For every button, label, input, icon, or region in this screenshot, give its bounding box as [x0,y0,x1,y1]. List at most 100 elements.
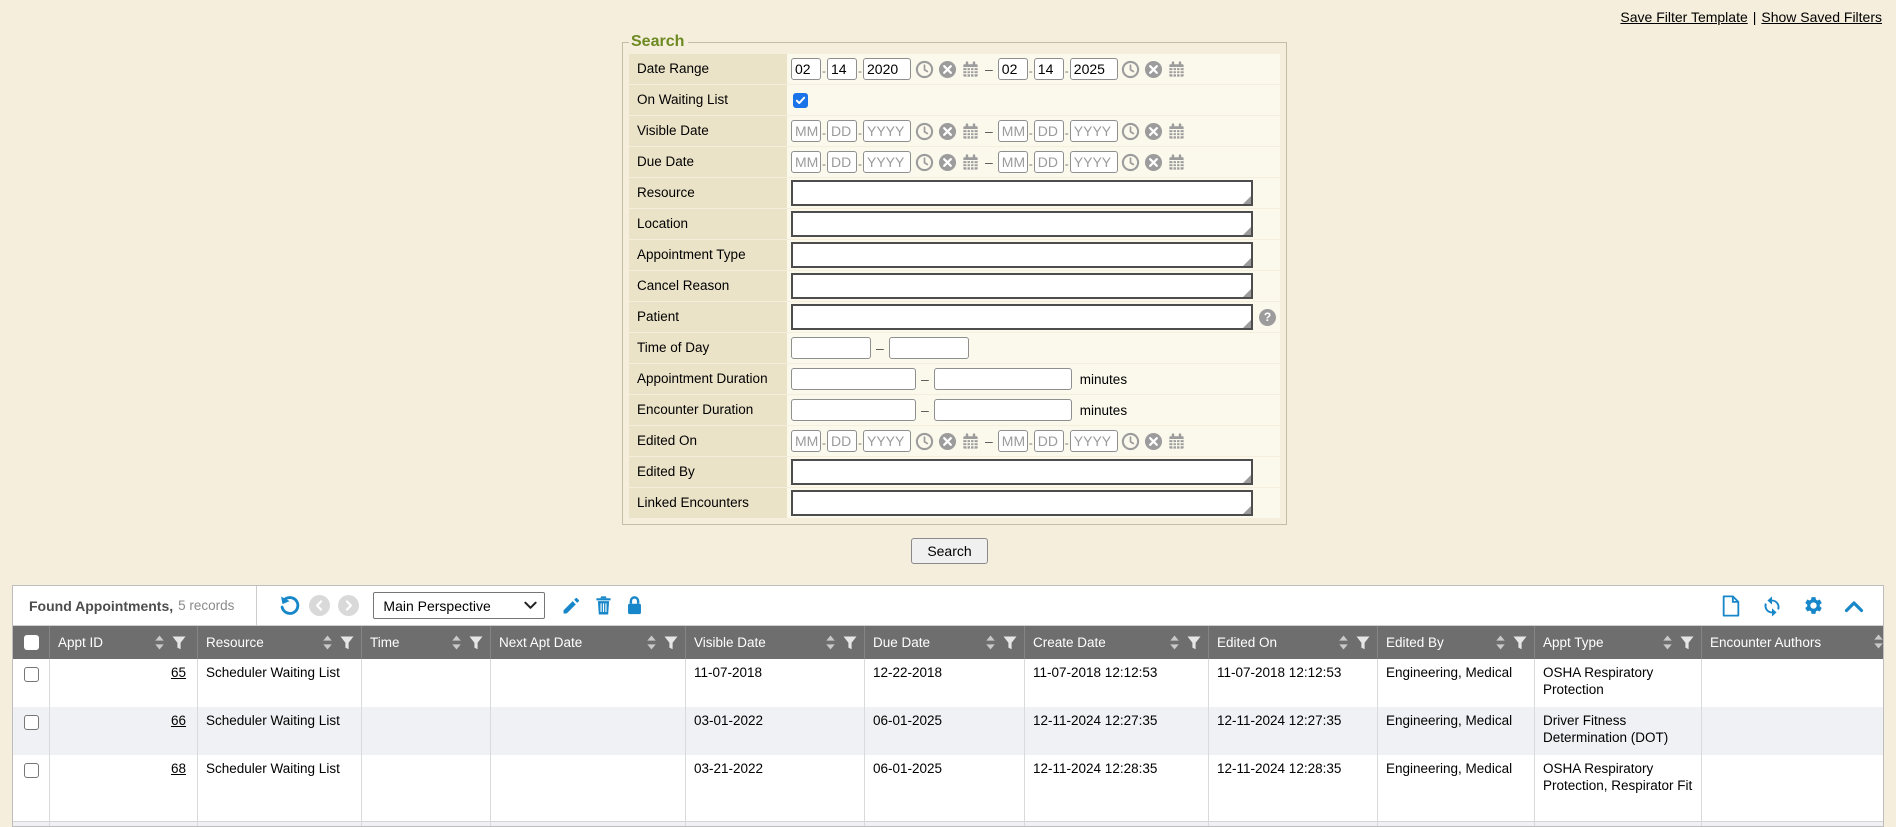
appt-id-link[interactable]: 66 [171,713,186,728]
clock-icon[interactable] [914,59,934,79]
due-from-year-input[interactable] [863,151,911,173]
clear-icon[interactable] [1144,121,1164,141]
edited-to-year-input[interactable] [1070,430,1118,452]
encounter-duration-max-input[interactable] [934,399,1072,421]
row-checkbox[interactable] [24,715,39,730]
clock-icon[interactable] [1121,431,1141,451]
appt-id-link[interactable]: 68 [171,761,186,776]
date-to-year-input[interactable] [1070,58,1118,80]
col-header-edited-by[interactable]: Edited By [1377,626,1534,659]
clock-icon[interactable] [1121,152,1141,172]
filter-icon[interactable] [1003,636,1017,650]
clear-icon[interactable] [937,121,957,141]
resource-input[interactable] [793,182,1251,204]
filter-icon[interactable] [1513,636,1527,650]
appt-id-link[interactable]: 65 [171,665,186,680]
clock-icon[interactable] [1121,121,1141,141]
date-from-month-input[interactable] [791,58,821,80]
clock-icon[interactable] [914,121,934,141]
sort-icon[interactable] [1873,634,1883,649]
date-from-year-input[interactable] [863,58,911,80]
sort-icon[interactable] [646,635,657,650]
edited-from-month-input[interactable] [791,430,821,452]
perspective-select[interactable]: Main Perspective [373,592,545,619]
clear-icon[interactable] [1144,431,1164,451]
col-header-next-apt-date[interactable]: Next Apt Date [490,626,685,659]
time-of-day-from-input[interactable] [791,337,871,359]
search-button[interactable]: Search [911,538,987,564]
due-to-year-input[interactable] [1070,151,1118,173]
col-header-edited-on[interactable]: Edited On [1208,626,1377,659]
calendar-icon[interactable] [960,431,980,451]
help-icon[interactable]: ? [1259,309,1276,326]
col-header-visible-date[interactable]: Visible Date [685,626,864,659]
patient-input[interactable] [793,306,1251,328]
filter-icon[interactable] [469,636,483,650]
sort-icon[interactable] [985,635,996,650]
calendar-icon[interactable] [1167,431,1187,451]
clock-icon[interactable] [914,431,934,451]
filter-icon[interactable] [1187,636,1201,650]
col-header-appt-id[interactable]: Appt ID [49,626,197,659]
show-saved-filters-link[interactable]: Show Saved Filters [1761,9,1882,25]
collapse-icon[interactable] [1843,595,1865,617]
calendar-icon[interactable] [960,121,980,141]
visible-to-day-input[interactable] [1034,120,1064,142]
delete-perspective-icon[interactable] [593,595,614,616]
col-header-resource[interactable]: Resource [197,626,361,659]
due-from-day-input[interactable] [827,151,857,173]
visible-from-year-input[interactable] [863,120,911,142]
prev-page-icon[interactable] [309,595,330,616]
linked-encounters-input[interactable] [793,492,1251,514]
clear-icon[interactable] [1144,152,1164,172]
calendar-icon[interactable] [1167,59,1187,79]
date-to-day-input[interactable] [1034,58,1064,80]
encounter-duration-min-input[interactable] [791,399,916,421]
clear-icon[interactable] [937,59,957,79]
due-from-month-input[interactable] [791,151,821,173]
refresh-icon[interactable] [1761,595,1783,617]
filter-icon[interactable] [1680,636,1694,650]
clock-icon[interactable] [1121,59,1141,79]
cancel-reason-input[interactable] [793,275,1251,297]
appointment-type-input[interactable] [793,244,1251,266]
date-from-day-input[interactable] [827,58,857,80]
clear-icon[interactable] [937,431,957,451]
clear-icon[interactable] [1144,59,1164,79]
calendar-icon[interactable] [1167,121,1187,141]
due-to-month-input[interactable] [998,151,1028,173]
calendar-icon[interactable] [960,59,980,79]
filter-icon[interactable] [843,636,857,650]
location-input[interactable] [793,213,1251,235]
sort-icon[interactable] [451,635,462,650]
edited-to-month-input[interactable] [998,430,1028,452]
sort-icon[interactable] [1495,635,1506,650]
appointment-duration-min-input[interactable] [791,368,916,390]
visible-from-month-input[interactable] [791,120,821,142]
select-all-checkbox[interactable] [13,626,49,659]
col-header-encounter-authors[interactable]: Encounter Authors [1701,626,1883,659]
visible-to-month-input[interactable] [998,120,1028,142]
appointment-duration-max-input[interactable] [934,368,1072,390]
new-document-icon[interactable] [1720,595,1742,617]
date-to-month-input[interactable] [998,58,1028,80]
time-of-day-to-input[interactable] [889,337,969,359]
sort-icon[interactable] [1662,635,1673,650]
save-filter-template-link[interactable]: Save Filter Template [1620,9,1747,25]
visible-to-year-input[interactable] [1070,120,1118,142]
filter-icon[interactable] [340,636,354,650]
edited-from-day-input[interactable] [827,430,857,452]
calendar-icon[interactable] [1167,152,1187,172]
row-checkbox[interactable] [24,667,39,682]
next-page-icon[interactable] [338,595,359,616]
visible-from-day-input[interactable] [827,120,857,142]
on-waiting-list-checkbox[interactable] [793,93,808,108]
due-to-day-input[interactable] [1034,151,1064,173]
undo-icon[interactable] [277,594,301,618]
sort-icon[interactable] [322,635,333,650]
filter-icon[interactable] [172,636,186,650]
sort-icon[interactable] [825,635,836,650]
edited-to-day-input[interactable] [1034,430,1064,452]
clock-icon[interactable] [914,152,934,172]
clear-icon[interactable] [937,152,957,172]
